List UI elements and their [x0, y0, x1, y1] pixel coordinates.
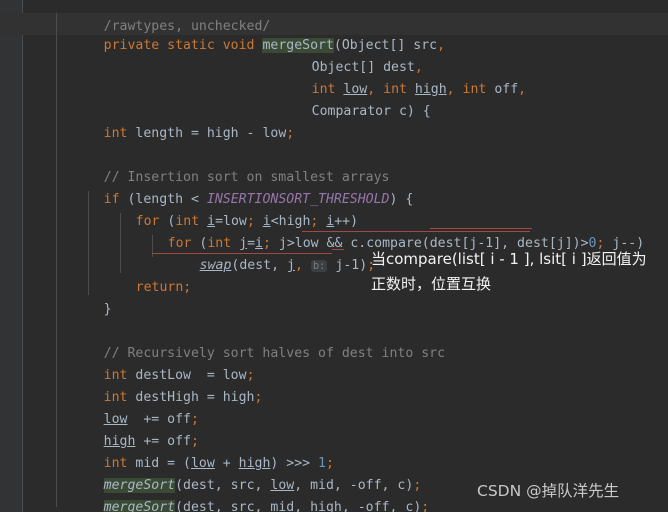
- code-line: // Recursively sort halves of dest into …: [0, 321, 445, 361]
- annotation-text: 当compare(list[ i - 1 ], lsit[ i ]返回值为正数时…: [371, 250, 647, 293]
- code-token-keyword: int: [103, 126, 136, 141]
- code-token-punct: ;: [286, 126, 295, 141]
- code-line: int destHigh = high;: [0, 365, 263, 405]
- code-line: int low, int high, int off,: [0, 57, 526, 97]
- code-token-keyword: return: [135, 280, 184, 295]
- code-token-punct: ,: [437, 38, 446, 53]
- code-token-method-occurrence: mergeSort: [103, 500, 176, 512]
- inlay-parameter-hint: b:: [310, 260, 328, 272]
- code-editor[interactable]: /rawtypes, unchecked/ private static voi…: [0, 0, 668, 512]
- code-token-var: j: [286, 258, 295, 273]
- csdn-watermark: CSDN @掉队洋先生: [477, 482, 620, 500]
- code-line: high += off;: [0, 409, 199, 449]
- code-token-param: off: [494, 82, 519, 97]
- code-line: int length = high - low;: [0, 101, 295, 141]
- code-line: for (int i=low; i<high; i++): [0, 189, 358, 229]
- code-line: mergeSort(dest, src, low, mid, -off, c);: [0, 453, 421, 493]
- code-line: // Insertion sort on smallest arrays: [0, 145, 390, 185]
- code-token-plain: length = high - low: [135, 126, 287, 141]
- code-line: mergeSort(dest, src, mid, high, -off, c)…: [0, 475, 429, 512]
- code-token-plain: Comparator c) {: [311, 104, 431, 119]
- code-line: private static void mergeSort(Object[] s…: [0, 13, 445, 53]
- code-token-plain: ) {: [389, 192, 414, 207]
- error-underline: [430, 228, 532, 229]
- error-underline: [152, 253, 332, 254]
- code-line: int mid = (low + high) >>> 1;: [0, 431, 334, 471]
- code-token-method-swap: swap: [199, 258, 232, 273]
- code-token-punct: ,: [294, 258, 311, 273]
- code-token-plain: j-1): [327, 258, 368, 273]
- code-line: low += off;: [0, 387, 199, 427]
- code-line: Comparator c) {: [0, 79, 431, 119]
- code-line: return;: [0, 255, 192, 295]
- code-token-plain: (dest,: [231, 258, 287, 273]
- code-token-plain: (dest, src, mid,: [175, 500, 311, 512]
- code-line: Object[] dest,: [0, 35, 423, 75]
- error-underline: [302, 231, 530, 232]
- code-token-brace: }: [103, 302, 112, 317]
- error-underline: [332, 249, 344, 250]
- code-line: int destLow = low;: [0, 343, 255, 383]
- code-token-punct: ,: [446, 82, 463, 97]
- code-token-param: high: [310, 500, 342, 512]
- code-token-punct: ;: [254, 390, 263, 405]
- code-line: if (length < INSERTIONSORT_THRESHOLD) {: [0, 167, 414, 207]
- code-token-keyword: int: [462, 82, 495, 97]
- code-line: }: [0, 277, 112, 317]
- code-line: swap(dest, j, b: j-1);: [0, 233, 376, 273]
- code-token-plain: , -off, c): [341, 500, 422, 512]
- code-line: for (int j=i; j>low && c.compare(dest[j-…: [0, 211, 645, 251]
- code-token-punct: ;: [183, 280, 192, 295]
- code-token-punct: ,: [518, 82, 527, 97]
- code-token-punct: ;: [421, 500, 430, 512]
